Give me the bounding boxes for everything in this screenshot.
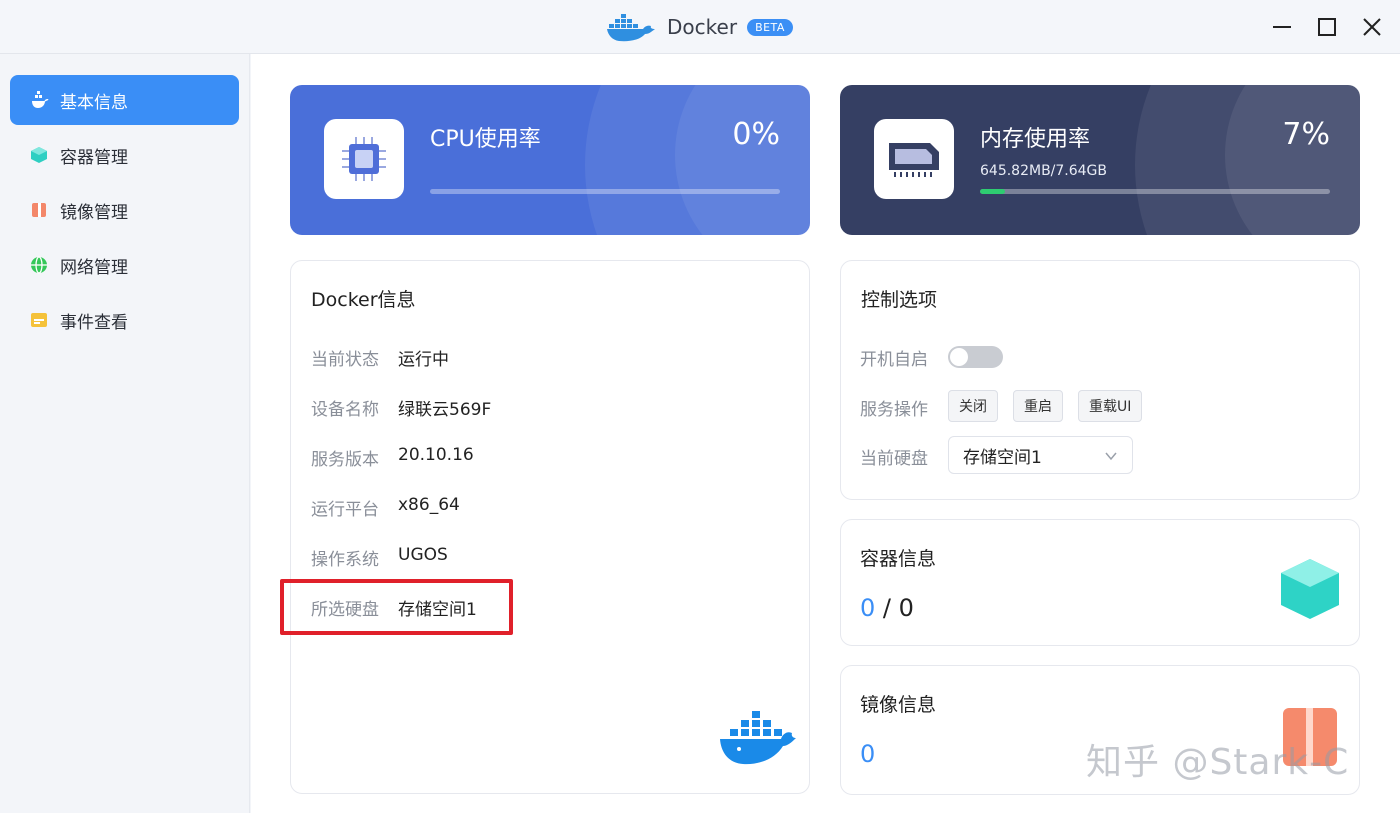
container-running-count: 0 (860, 594, 876, 622)
container-count-separator: / (875, 594, 899, 622)
info-label-status: 当前状态 (311, 350, 379, 370)
sidebar: 基本信息 容器管理 镜像管理 网络管理 事件查看 (0, 54, 250, 813)
info-label-version: 服务版本 (311, 450, 379, 470)
image-info-title: 镜像信息 (860, 694, 937, 716)
card-decoration (675, 85, 810, 235)
memory-usage-text: 645.82MB/7.64GB (980, 163, 1108, 179)
autostart-toggle[interactable] (948, 346, 1003, 368)
sidebar-item-basic-info[interactable]: 基本信息 (10, 75, 239, 125)
stop-service-button[interactable]: 关闭 (948, 390, 998, 422)
info-value-platform: x86_64 (398, 495, 460, 515)
sidebar-item-events[interactable]: 事件查看 (10, 295, 239, 345)
current-disk-label: 当前硬盘 (860, 449, 928, 469)
beta-badge: BETA (747, 18, 793, 36)
container-info-panel: 容器信息 0 / 0 (840, 519, 1360, 646)
info-value-os: UGOS (398, 545, 448, 565)
info-label-platform: 运行平台 (311, 500, 379, 520)
reload-ui-button[interactable]: 重载UI (1078, 390, 1143, 422)
title-group: Docker BETA (0, 0, 1400, 54)
network-icon (28, 254, 50, 276)
container-icon (28, 144, 50, 166)
disk-select-value: 存储空间1 (963, 447, 1042, 468)
container-total-count: 0 (898, 594, 914, 622)
image-icon (28, 199, 50, 221)
memory-progress-bar (980, 189, 1330, 194)
info-label-os: 操作系统 (311, 550, 379, 570)
image-count-value: 0 (860, 740, 876, 768)
container-info-title: 容器信息 (860, 548, 937, 570)
watermark-text: 知乎 @Stark-C (1086, 742, 1350, 783)
sidebar-item-images[interactable]: 镜像管理 (10, 185, 239, 235)
cpu-usage-card: CPU使用率 0% (290, 85, 810, 235)
close-button[interactable] (1354, 9, 1390, 45)
container-count: 0 / 0 (860, 594, 914, 622)
info-label-device-name: 设备名称 (311, 400, 379, 420)
info-value-version: 20.10.16 (398, 445, 474, 465)
cpu-icon-box (324, 119, 404, 199)
memory-usage-card: 内存使用率 7% 645.82MB/7.64GB (840, 85, 1360, 235)
sidebar-item-containers[interactable]: 容器管理 (10, 130, 239, 180)
memory-value: 7% (1282, 117, 1330, 152)
memory-icon (889, 143, 939, 177)
maximize-icon (1318, 18, 1336, 36)
sidebar-item-label: 事件查看 (60, 312, 128, 333)
docker-whale-icon (720, 711, 796, 765)
memory-progress-fill (980, 189, 1005, 194)
main-content: CPU使用率 0% 内存使用率 7% 645.82MB/7.64GB Docke… (251, 54, 1400, 813)
container-cube-icon (1281, 559, 1339, 619)
title-bar: Docker BETA (0, 0, 1400, 54)
autostart-label: 开机自启 (860, 350, 928, 370)
cpu-progress-bar (430, 189, 780, 194)
minimize-icon (1273, 26, 1291, 28)
cpu-value: 0% (732, 117, 780, 152)
docker-logo-icon (607, 14, 656, 42)
sidebar-item-label: 网络管理 (60, 257, 128, 278)
cpu-icon (342, 137, 386, 181)
control-options-title: 控制选项 (861, 289, 938, 311)
restart-service-button[interactable]: 重启 (1013, 390, 1063, 422)
maximize-button[interactable] (1309, 9, 1345, 45)
docker-info-title: Docker信息 (311, 289, 416, 311)
sidebar-item-network[interactable]: 网络管理 (10, 240, 239, 290)
docker-info-panel: Docker信息 当前状态 运行中 设备名称 绿联云569F 服务版本 20.1… (280, 260, 810, 794)
service-ops-label: 服务操作 (860, 400, 928, 420)
sidebar-item-label: 基本信息 (60, 92, 128, 113)
image-count: 0 (860, 740, 875, 768)
chevron-down-icon (1105, 452, 1117, 461)
toggle-knob (950, 348, 968, 366)
dashboard-icon (28, 89, 50, 111)
cpu-title: CPU使用率 (430, 127, 541, 152)
info-value-device-name: 绿联云569F (398, 400, 492, 420)
sidebar-item-label: 容器管理 (60, 147, 128, 168)
sidebar-item-label: 镜像管理 (60, 202, 128, 223)
memory-icon-box (874, 119, 954, 199)
disk-select[interactable]: 存储空间1 (948, 436, 1133, 474)
highlight-box (280, 579, 513, 635)
close-icon (1363, 18, 1381, 36)
info-value-status: 运行中 (398, 350, 449, 370)
memory-title: 内存使用率 (980, 127, 1091, 152)
control-options-panel: 控制选项 开机自启 服务操作 关闭 重启 重载UI 当前硬盘 存储空间1 (840, 260, 1360, 500)
minimize-button[interactable] (1264, 9, 1300, 45)
app-title: Docker (667, 15, 738, 39)
event-icon (28, 309, 50, 331)
card-decoration (1225, 85, 1360, 235)
